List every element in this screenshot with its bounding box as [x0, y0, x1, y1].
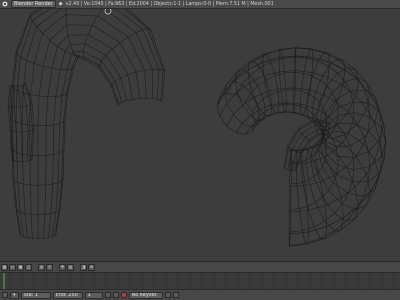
- mesh-edge: [322, 101, 385, 158]
- mesh-edge: [235, 102, 355, 233]
- mesh-edge: [65, 9, 79, 59]
- editor-type-icon[interactable]: [2, 292, 8, 298]
- mesh-edge: [219, 47, 382, 213]
- mesh-edge: [43, 34, 134, 239]
- timeline-header: ▾ Sta: 1 End: 250 1 No Keyset: [0, 289, 400, 300]
- mesh-edge: [15, 9, 160, 237]
- mesh-edge: [287, 145, 303, 153]
- draw-type-button[interactable]: ◍: [38, 263, 45, 271]
- mesh-edge: [321, 112, 386, 171]
- mesh-edge: [82, 9, 103, 60]
- mesh-edge: [24, 84, 33, 161]
- viewport-header: ▦ ▭ ▣ ◫ ◍ ⊙ ✥ ▤ ◨ ⊕: [0, 261, 400, 272]
- view-menu[interactable]: ▾: [10, 291, 19, 299]
- mesh-edge: [17, 85, 23, 162]
- mesh-edge: [314, 136, 371, 210]
- mesh-edge: [284, 120, 330, 169]
- scene-icon[interactable]: ◆: [59, 1, 63, 7]
- select-menu-button[interactable]: ▭: [9, 263, 16, 271]
- manipulator-button[interactable]: ✥: [59, 263, 66, 271]
- timeline-ruler: [3, 273, 395, 290]
- mesh-edge: [15, 51, 75, 70]
- snap-button[interactable]: ⊕: [88, 263, 95, 271]
- timeline[interactable]: [0, 272, 400, 290]
- scene-stats: v2.49 | Ve:1045 | Fa:963 | Ed:2004 | Obj…: [65, 1, 274, 7]
- mesh-edge: [37, 24, 140, 239]
- view-menu-button[interactable]: ▦: [1, 263, 8, 271]
- info-header: Blender Render ◆ v2.49 | Ve:1045 | Fa:96…: [0, 0, 400, 9]
- mesh-edge: [310, 142, 359, 222]
- render-engine-select[interactable]: Blender Render: [11, 0, 56, 8]
- mesh-edge: [216, 55, 387, 235]
- key-insert-icon[interactable]: [164, 292, 171, 298]
- mesh-edge: [288, 148, 292, 248]
- key-delete-icon[interactable]: [172, 292, 179, 298]
- end-frame-field[interactable]: End: 250: [52, 291, 83, 299]
- mesh-edge: [55, 54, 119, 235]
- mesh-edge: [247, 60, 273, 117]
- mode-select-button[interactable]: ◫: [25, 263, 32, 271]
- lock-button[interactable]: ◨: [80, 263, 87, 271]
- mesh-edge: [278, 49, 287, 113]
- mesh-edge: [29, 14, 147, 239]
- pivot-button[interactable]: ⊙: [46, 263, 53, 271]
- play-backward-icon[interactable]: [104, 292, 111, 298]
- keying-set-select[interactable]: No Keyset: [128, 291, 163, 299]
- mesh-edge: [21, 9, 153, 238]
- mesh-edge: [10, 9, 166, 235]
- start-frame-field[interactable]: Sta: 1: [20, 291, 51, 299]
- current-frame-field[interactable]: 1: [84, 291, 103, 299]
- mesh-edge: [234, 69, 266, 122]
- layers-button[interactable]: ▤: [67, 263, 74, 271]
- 3d-viewport[interactable]: [0, 9, 400, 261]
- wireframe-mesh: [7, 9, 387, 248]
- record-icon[interactable]: [120, 292, 127, 298]
- play-forward-icon[interactable]: [112, 292, 119, 298]
- blender-logo-icon[interactable]: [2, 1, 8, 7]
- object-menu-button[interactable]: ▣: [17, 263, 24, 271]
- mesh-edge: [117, 97, 163, 106]
